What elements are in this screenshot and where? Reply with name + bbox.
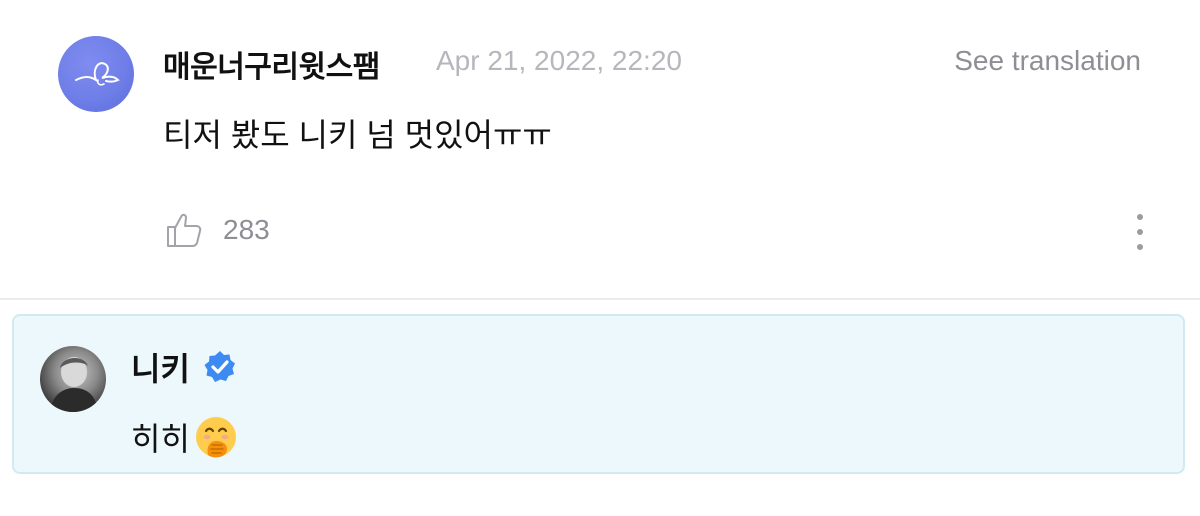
reply-text-row: 히히 bbox=[131, 414, 238, 460]
reply-text: 히히 bbox=[131, 421, 190, 457]
verified-badge-icon bbox=[204, 351, 235, 382]
comment-username[interactable]: 매운너구리윗스팸 bbox=[163, 42, 380, 86]
more-vertical-icon-dot bbox=[1137, 229, 1143, 235]
avatar[interactable] bbox=[58, 36, 134, 112]
comment-text: 티저 봤도 니키 넘 멋있어ㅠㅠ bbox=[163, 117, 552, 153]
more-vertical-icon-dot bbox=[1137, 244, 1143, 250]
thumbs-up-icon bbox=[167, 213, 202, 247]
like-count: 283 bbox=[223, 214, 270, 245]
see-translation-link[interactable]: See translation bbox=[954, 45, 1141, 77]
more-vertical-icon bbox=[1137, 214, 1143, 220]
comment-timestamp: Apr 21, 2022, 22:20 bbox=[436, 45, 682, 76]
profile-photo-icon bbox=[50, 357, 98, 412]
artist-avatar[interactable] bbox=[40, 346, 106, 412]
divider bbox=[0, 298, 1200, 300]
artist-name[interactable]: 니키 bbox=[131, 344, 190, 390]
fan-comment: 매운너구리윗스팸 Apr 21, 2022, 22:20 See transla… bbox=[0, 0, 1200, 298]
heart-doodle-icon bbox=[75, 62, 120, 86]
more-options-button[interactable] bbox=[1128, 210, 1152, 254]
artist-name-row: 니키 bbox=[131, 344, 238, 390]
artist-reply: 니키 히히 bbox=[12, 314, 1185, 474]
hand-over-mouth-emoji-icon bbox=[195, 417, 236, 458]
like-button[interactable]: 283 bbox=[165, 210, 270, 250]
